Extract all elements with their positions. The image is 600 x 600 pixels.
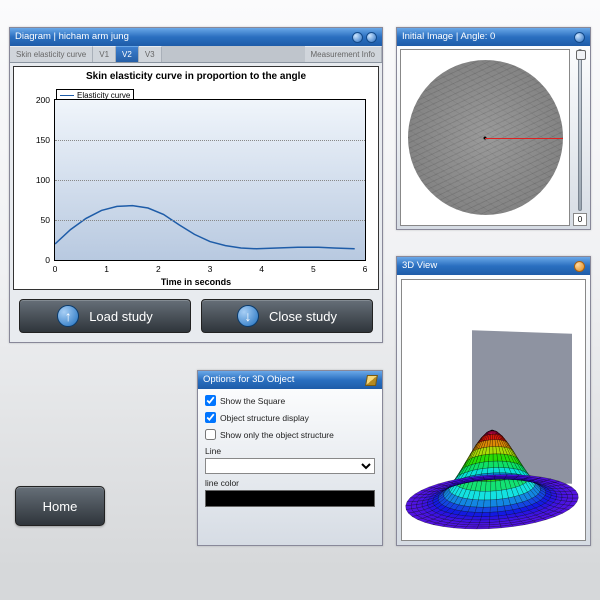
view-3d-header: 3D View xyxy=(397,257,590,275)
diagram-panel: Diagram | hicham arm jung Skin elasticit… xyxy=(9,27,383,343)
view-3d-panel: 3D View xyxy=(396,256,591,546)
show-square-checkbox[interactable] xyxy=(205,395,216,406)
x-tick: 0 xyxy=(53,264,58,274)
options-header: Options for 3D Object xyxy=(198,371,382,389)
only-structure-option[interactable]: Show only the object structure xyxy=(205,429,375,440)
tab-v2[interactable]: V2 xyxy=(116,46,139,62)
initial-image-panel: Initial Image | Angle: 0 0 xyxy=(396,27,591,230)
y-tick: 200 xyxy=(25,95,50,105)
angle-slider-thumb[interactable] xyxy=(576,50,586,60)
x-tick: 5 xyxy=(311,264,316,274)
arrow-down-icon: ↓ xyxy=(237,305,259,327)
diagram-header: Diagram | hicham arm jung xyxy=(10,28,382,46)
view-3d-title: 3D View xyxy=(402,257,437,275)
elasticity-mesh xyxy=(402,280,586,540)
line-select-label: Line xyxy=(205,446,375,456)
initial-image-header: Initial Image | Angle: 0 xyxy=(397,28,590,46)
x-tick: 3 xyxy=(208,264,213,274)
x-axis-label: Time in seconds xyxy=(14,277,378,287)
x-tick: 4 xyxy=(259,264,264,274)
chart-title: Skin elasticity curve in proportion to t… xyxy=(14,67,378,84)
angle-radius-line xyxy=(485,138,563,140)
y-tick: 50 xyxy=(25,215,50,225)
tab-skin-elasticity[interactable]: Skin elasticity curve xyxy=(10,46,93,62)
only-structure-checkbox[interactable] xyxy=(205,429,216,440)
x-tick: 2 xyxy=(156,264,161,274)
elasticity-chart: Skin elasticity curve in proportion to t… xyxy=(13,66,379,290)
options-panel: Options for 3D Object Show the Square Ob… xyxy=(197,370,383,546)
options-title: Options for 3D Object xyxy=(203,371,294,389)
minimize-icon[interactable] xyxy=(574,32,585,43)
plot-region: 0501001502000123456 xyxy=(54,99,366,261)
angle-readout: 0 xyxy=(573,213,587,226)
skin-sample-circle xyxy=(408,60,563,215)
x-tick: 1 xyxy=(104,264,109,274)
skin-image-view xyxy=(400,49,570,226)
home-button[interactable]: Home xyxy=(15,486,105,526)
close-study-button[interactable]: ↓ Close study xyxy=(201,299,373,333)
y-tick: 0 xyxy=(25,255,50,265)
initial-image-title: Initial Image | Angle: 0 xyxy=(402,28,495,46)
tab-v1[interactable]: V1 xyxy=(93,46,116,62)
x-tick: 6 xyxy=(363,264,368,274)
angle-slider[interactable] xyxy=(578,49,582,211)
object-structure-checkbox[interactable] xyxy=(205,412,216,423)
diagram-tabs: Skin elasticity curve V1 V2 V3 Measureme… xyxy=(10,46,382,63)
object-structure-option[interactable]: Object structure display xyxy=(205,412,375,423)
line-style-select[interactable] xyxy=(205,458,375,474)
refresh-3d-icon[interactable] xyxy=(574,261,585,272)
pencil-icon[interactable] xyxy=(365,375,378,386)
y-tick: 150 xyxy=(25,135,50,145)
tab-v3[interactable]: V3 xyxy=(139,46,162,62)
line-color-swatch[interactable] xyxy=(205,490,375,507)
arrow-up-icon: ↑ xyxy=(57,305,79,327)
minimize-icon[interactable] xyxy=(366,32,377,43)
load-study-button[interactable]: ↑ Load study xyxy=(19,299,191,333)
diagram-title: Diagram | hicham arm jung xyxy=(15,28,129,46)
tab-measurement-info[interactable]: Measurement Info xyxy=(305,46,382,62)
view-3d-canvas[interactable] xyxy=(401,279,586,541)
show-square-option[interactable]: Show the Square xyxy=(205,395,375,406)
y-tick: 100 xyxy=(25,175,50,185)
line-color-label: line color xyxy=(205,478,375,488)
refresh-icon[interactable] xyxy=(352,32,363,43)
